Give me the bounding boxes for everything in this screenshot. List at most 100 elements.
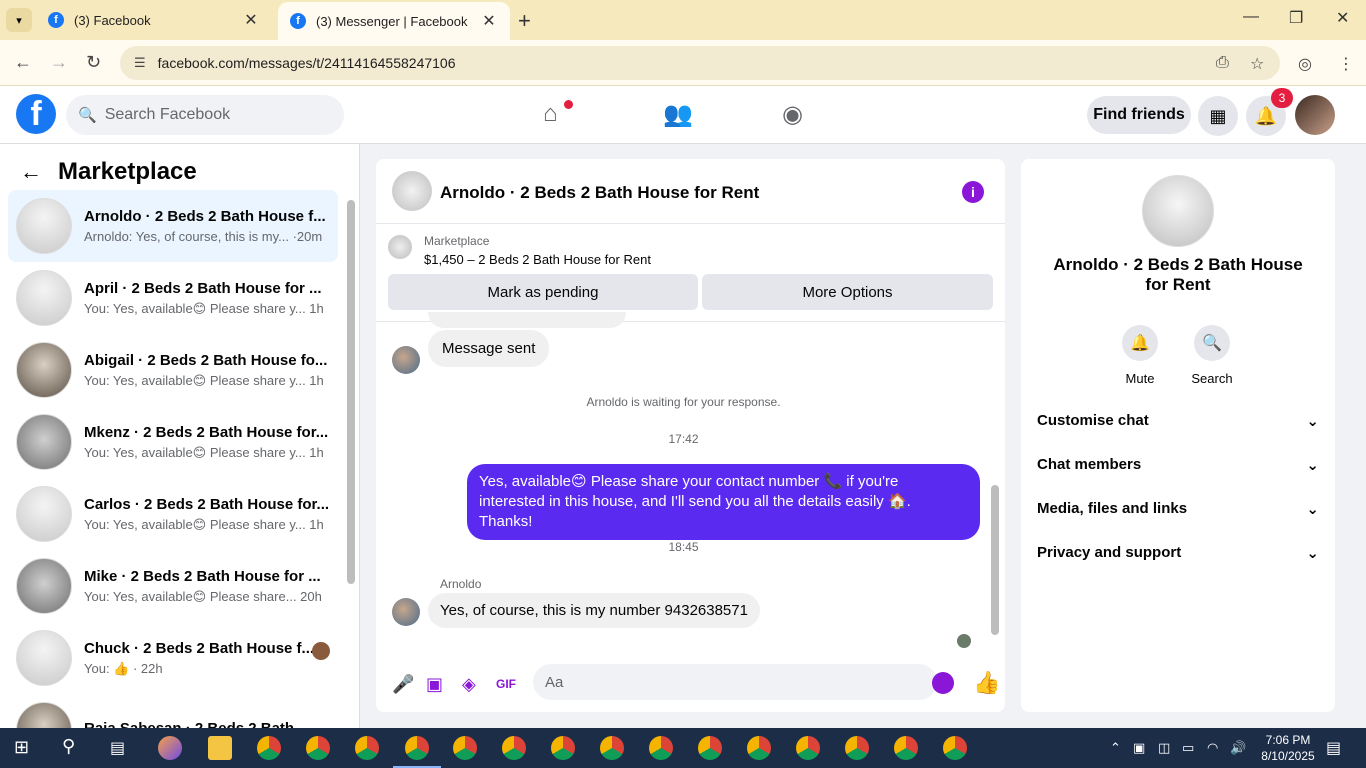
browser-tab-facebook[interactable]: f (3) Facebook ✕ bbox=[36, 0, 272, 40]
facebook-logo-icon[interactable]: f bbox=[16, 94, 56, 134]
conversation-item[interactable]: Mike · 2 Beds 2 Bath House for ... You: … bbox=[8, 550, 338, 622]
restore-icon[interactable]: ❐ bbox=[1289, 8, 1303, 28]
menu-kebab-icon[interactable]: ⋮ bbox=[1338, 54, 1354, 74]
tab-search-dropdown-icon[interactable]: ▾ bbox=[6, 8, 32, 32]
find-friends-button[interactable]: Find friends bbox=[1087, 96, 1191, 134]
back-arrow-icon[interactable]: ← bbox=[20, 159, 42, 185]
close-tab-icon[interactable]: ✕ bbox=[480, 11, 498, 31]
conversation-thumbnail bbox=[16, 342, 72, 398]
reload-icon[interactable]: ↻ bbox=[86, 52, 101, 73]
chrome-profile-icon[interactable] bbox=[306, 736, 330, 760]
chrome-icon[interactable] bbox=[257, 736, 281, 760]
message-bubble-outgoing: Yes, available😊 Please share your contac… bbox=[467, 464, 980, 540]
back-icon[interactable]: ← bbox=[14, 52, 32, 73]
close-tab-icon[interactable]: ✕ bbox=[242, 10, 260, 30]
minimize-icon[interactable]: — bbox=[1243, 8, 1259, 26]
install-app-icon[interactable]: ⎙ bbox=[1216, 54, 1229, 72]
chat-title[interactable]: Arnoldo · 2 Beds 2 Bath House for Rent bbox=[440, 183, 759, 203]
menu-grid-icon[interactable]: ▦ bbox=[1198, 96, 1238, 136]
conversation-item[interactable]: Carlos · 2 Beds 2 Bath House for... You:… bbox=[8, 478, 338, 550]
sticker-icon[interactable]: ◈ bbox=[462, 674, 476, 695]
groups-icon[interactable]: ◉ bbox=[782, 100, 803, 129]
chat-info-panel: Arnoldo · 2 Beds 2 Bath House for Rent 🔔… bbox=[1021, 159, 1335, 712]
mute-button[interactable]: 🔔 Mute bbox=[1108, 325, 1172, 386]
tray-app-icon[interactable]: ▣ bbox=[1133, 740, 1145, 756]
chrome-profile-icon[interactable] bbox=[600, 736, 624, 760]
like-thumb-icon[interactable]: 👍 bbox=[973, 670, 1000, 696]
listing-title[interactable]: $1,450 – 2 Beds 2 Bath House for Rent bbox=[424, 252, 651, 267]
chrome-profile-icon[interactable] bbox=[894, 736, 918, 760]
customise-chat-section[interactable]: Customise chat ⌄ bbox=[1037, 412, 1319, 430]
chrome-profile-icon[interactable] bbox=[551, 736, 575, 760]
privacy-support-section[interactable]: Privacy and support ⌄ bbox=[1037, 544, 1319, 562]
site-info-icon[interactable]: ☰ bbox=[134, 55, 146, 71]
chat-panel: Arnoldo · 2 Beds 2 Bath House for Rent i… bbox=[376, 159, 1005, 712]
gif-icon[interactable]: GIF bbox=[496, 677, 516, 691]
chrome-profile-icon[interactable] bbox=[453, 736, 477, 760]
chevron-down-icon: ⌄ bbox=[1306, 501, 1319, 518]
system-clock[interactable]: 7:06 PM 8/10/2025 bbox=[1260, 732, 1316, 764]
battery-icon[interactable]: ▭ bbox=[1182, 740, 1194, 756]
chrome-profile-icon[interactable] bbox=[943, 736, 967, 760]
contact-name: Arnoldo · 2 Beds 2 Bath House for Rent bbox=[1053, 255, 1303, 294]
profile-icon[interactable]: ◎ bbox=[1298, 54, 1312, 74]
notification-center-icon[interactable]: ▤ bbox=[1326, 738, 1341, 758]
chat-members-section[interactable]: Chat members ⌄ bbox=[1037, 456, 1319, 474]
conversation-item[interactable]: Raja Sabesan · 2 Beds 2 Bath ... bbox=[8, 694, 338, 728]
chrome-profile-icon[interactable] bbox=[355, 736, 379, 760]
chrome-profile-icon[interactable] bbox=[698, 736, 722, 760]
file-explorer-icon[interactable] bbox=[208, 736, 232, 760]
url-field[interactable]: ☰ facebook.com/messages/t/24114164558247… bbox=[120, 46, 1280, 80]
copilot-icon[interactable] bbox=[158, 736, 182, 760]
new-tab-icon[interactable]: + bbox=[518, 8, 531, 34]
contact-avatar[interactable] bbox=[1142, 175, 1214, 247]
chrome-profile-icon[interactable] bbox=[502, 736, 526, 760]
microphone-icon[interactable]: 🎤 bbox=[392, 674, 414, 695]
search-icon[interactable]: ⚲ bbox=[62, 736, 75, 757]
task-view-icon[interactable]: ▤ bbox=[110, 738, 125, 758]
close-window-icon[interactable]: ✕ bbox=[1336, 8, 1349, 28]
account-avatar[interactable] bbox=[1295, 95, 1335, 135]
facebook-search-input[interactable]: 🔍 Search Facebook bbox=[66, 95, 344, 135]
conversation-item[interactable]: Abigail · 2 Beds 2 Bath House fo... You:… bbox=[8, 334, 338, 406]
chrome-profile-icon[interactable] bbox=[405, 736, 429, 760]
conversation-list-scrollbar[interactable] bbox=[347, 200, 355, 584]
emoji-icon[interactable] bbox=[932, 672, 954, 694]
chrome-profile-icon[interactable] bbox=[649, 736, 673, 760]
home-notification-dot bbox=[564, 100, 573, 109]
photo-icon[interactable]: ▣ bbox=[426, 674, 443, 695]
show-hidden-icons-icon[interactable]: ⌃ bbox=[1110, 740, 1121, 756]
chat-scrollbar[interactable] bbox=[991, 485, 999, 635]
conversation-preview: You: Yes, available😊 Please share y... 1… bbox=[84, 300, 324, 316]
volume-icon[interactable]: 🔊 bbox=[1230, 740, 1246, 756]
forward-icon[interactable]: → bbox=[50, 52, 68, 73]
message-bubble-incoming: Message sent bbox=[428, 330, 550, 367]
meet-now-icon[interactable]: ◫ bbox=[1158, 740, 1170, 756]
conversation-item[interactable]: Chuck · 2 Beds 2 Bath House f... You: 👍 … bbox=[8, 622, 338, 694]
search-icon: 🔍 bbox=[78, 107, 97, 124]
bookmark-star-icon[interactable]: ☆ bbox=[1250, 54, 1264, 74]
chat-avatar[interactable] bbox=[392, 171, 432, 211]
wifi-icon[interactable]: ◠ bbox=[1207, 740, 1218, 756]
facebook-favicon-icon: f bbox=[48, 12, 64, 28]
media-files-links-section[interactable]: Media, files and links ⌄ bbox=[1037, 500, 1319, 518]
conversation-item[interactable]: Arnoldo · 2 Beds 2 Bath House f... Arnol… bbox=[8, 190, 338, 262]
page-scrollbar[interactable] bbox=[1356, 92, 1364, 724]
mark-as-pending-button[interactable]: Mark as pending bbox=[388, 274, 698, 310]
conversation-name: Mike · 2 Beds 2 Bath House for ... bbox=[84, 567, 321, 585]
conversation-item[interactable]: April · 2 Beds 2 Bath House for ... You:… bbox=[8, 262, 338, 334]
more-options-button[interactable]: More Options bbox=[702, 274, 993, 310]
message-input[interactable]: Aa bbox=[533, 664, 937, 700]
chrome-profile-icon[interactable] bbox=[845, 736, 869, 760]
info-icon[interactable]: i bbox=[962, 181, 984, 203]
friends-icon[interactable]: 👥 bbox=[663, 100, 693, 129]
home-icon[interactable]: ⌂ bbox=[543, 100, 558, 128]
chrome-profile-icon[interactable] bbox=[796, 736, 820, 760]
conversation-item[interactable]: Mkenz · 2 Beds 2 Bath House for... You: … bbox=[8, 406, 338, 478]
windows-start-icon[interactable]: ⊞ bbox=[14, 737, 29, 758]
chrome-profile-icon[interactable] bbox=[747, 736, 771, 760]
chat-header: Arnoldo · 2 Beds 2 Bath House for Rent i bbox=[376, 159, 1005, 224]
sender-avatar bbox=[392, 346, 420, 374]
browser-tab-messenger[interactable]: f (3) Messenger | Facebook ✕ bbox=[278, 2, 510, 40]
search-conversation-button[interactable]: 🔍 Search bbox=[1180, 325, 1244, 386]
